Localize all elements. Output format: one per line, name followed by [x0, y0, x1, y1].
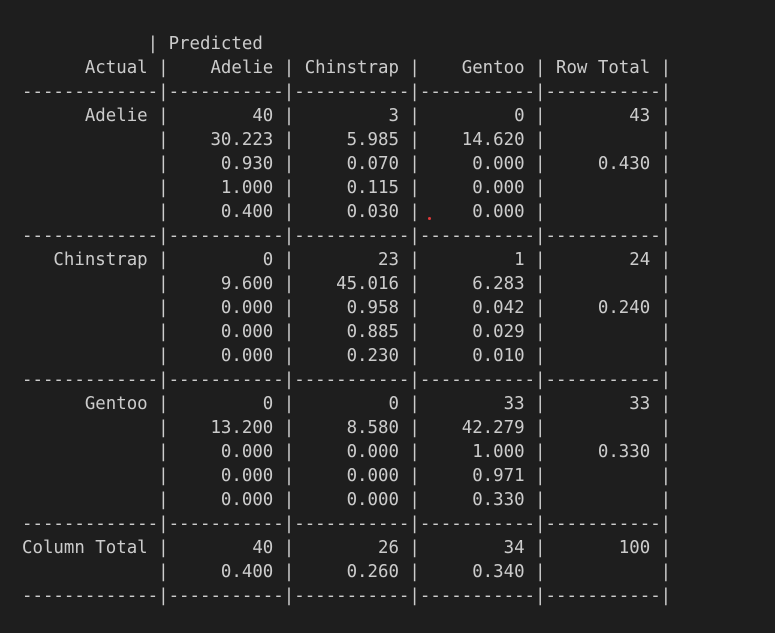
gentoo-row-proportion: | 0.000 | 0.000 | 1.000 | 0.330 |: [22, 442, 672, 462]
separator-line: -------------|-----------|-----------|--…: [22, 370, 672, 390]
adelie-expected-row: | 30.223 | 5.985 | 14.620 | |: [22, 130, 672, 150]
gentoo-col-proportion: | 0.000 | 0.000 | 0.971 | |: [22, 466, 672, 486]
gentoo-expected-row: | 13.200 | 8.580 | 42.279 | |: [22, 418, 672, 438]
terminal-window[interactable]: | Predicted Actual | Adelie | Chinstrap …: [0, 0, 775, 633]
column-total-proportion-row: | 0.400 | 0.260 | 0.340 | |: [22, 562, 672, 582]
chinstrap-table-proportion: | 0.000 | 0.230 | 0.010 | |: [22, 346, 672, 366]
chinstrap-expected-row: | 9.600 | 45.016 | 6.283 | |: [22, 274, 672, 294]
gentoo-count-row: Gentoo | 0 | 0 | 33 | 33 |: [22, 394, 672, 414]
crosstab-output: | Predicted Actual | Adelie | Chinstrap …: [22, 32, 671, 608]
cursor-dot: [428, 217, 431, 220]
chinstrap-count-row: Chinstrap | 0 | 23 | 1 | 24 |: [22, 250, 672, 270]
header-line-columns: Actual | Adelie | Chinstrap | Gentoo | R…: [22, 58, 672, 78]
adelie-count-row: Adelie | 40 | 3 | 0 | 43 |: [22, 106, 672, 126]
adelie-col-proportion: | 1.000 | 0.115 | 0.000 | |: [22, 178, 672, 198]
adelie-row-proportion: | 0.930 | 0.070 | 0.000 | 0.430 |: [22, 154, 672, 174]
column-total-row: Column Total | 40 | 26 | 34 | 100 |: [22, 538, 672, 558]
separator-line: -------------|-----------|-----------|--…: [22, 82, 672, 102]
header-line-predicted: | Predicted: [22, 34, 263, 54]
separator-line: -------------|-----------|-----------|--…: [22, 586, 672, 606]
chinstrap-col-proportion: | 0.000 | 0.885 | 0.029 | |: [22, 322, 672, 342]
separator-line: -------------|-----------|-----------|--…: [22, 514, 672, 534]
separator-line: -------------|-----------|-----------|--…: [22, 226, 672, 246]
chinstrap-row-proportion: | 0.000 | 0.958 | 0.042 | 0.240 |: [22, 298, 672, 318]
gentoo-table-proportion: | 0.000 | 0.000 | 0.330 | |: [22, 490, 672, 510]
adelie-table-proportion: | 0.400 | 0.030 | 0.000 | |: [22, 202, 672, 222]
